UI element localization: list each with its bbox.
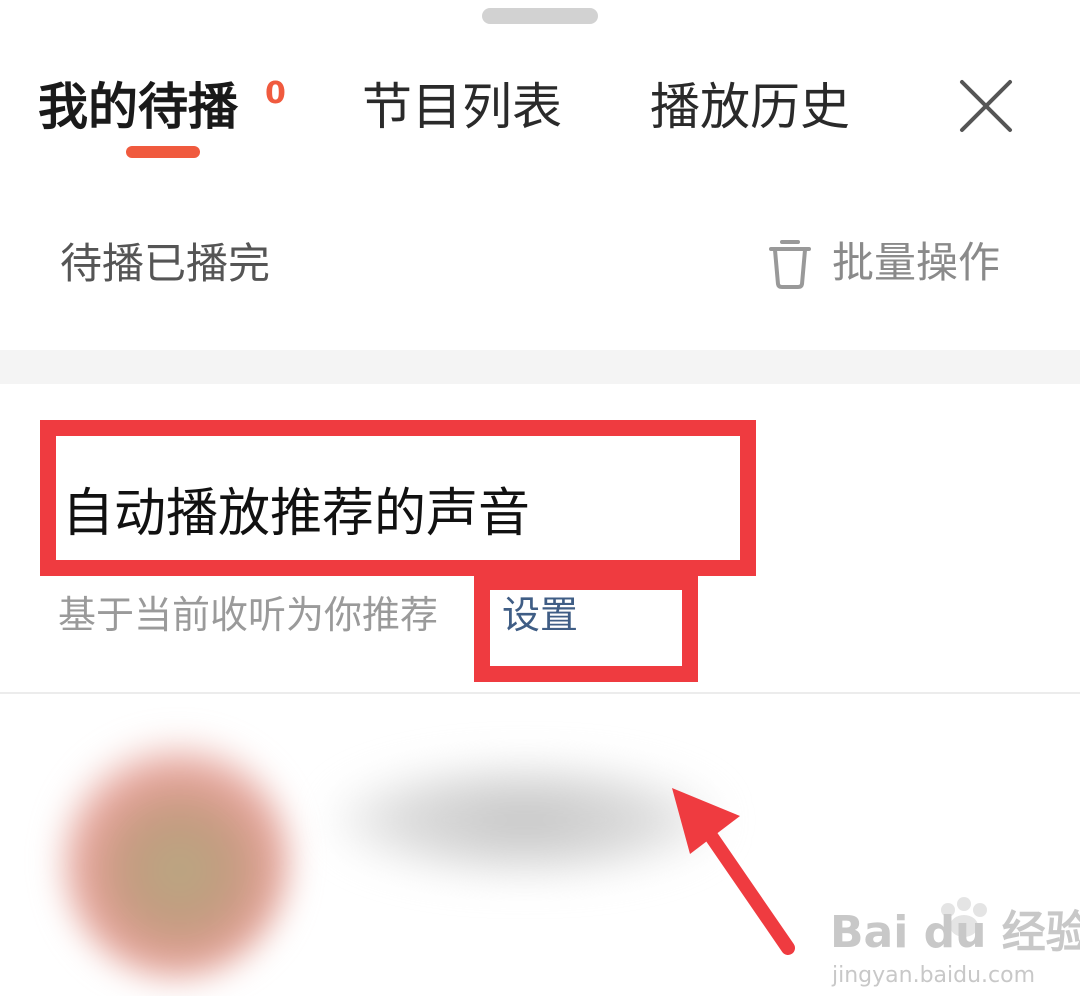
queue-finished-label[interactable]: 待播已播完 [60,234,270,294]
blurred-avatar [60,738,290,978]
section-gap [0,350,1080,384]
watermark-url: jingyan.baidu.com [832,963,1036,988]
queue-count-badge: 0 [265,76,286,111]
watermark-brand: Bai du 经验 [830,907,1080,958]
close-icon[interactable] [954,74,1018,138]
batch-operation-button[interactable]: 批量操作 [768,230,1000,296]
red-arrow-annotation [672,788,795,955]
divider [0,692,1080,694]
tab-play-history[interactable]: 播放历史 [650,72,850,142]
trash-icon [769,240,811,289]
tab-my-queue[interactable]: 我的待播 [38,72,238,142]
recommend-description: 基于当前收听为你推荐 [58,593,439,637]
auto-play-recommend-title: 自动播放推荐的声音 [62,484,531,544]
tab-program-list[interactable]: 节目列表 [362,72,562,142]
sheet-drag-handle[interactable] [482,8,598,24]
batch-operation-label: 批量操作 [832,238,1001,287]
recommend-settings-link[interactable]: 设置 [502,588,578,642]
active-tab-indicator [126,146,200,158]
